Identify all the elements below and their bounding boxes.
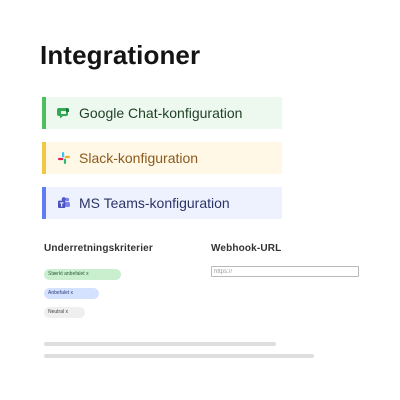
criteria-chip-strongly-recommended[interactable]: Stærkt anbefalet x — [44, 269, 121, 280]
webhook-url-heading: Webhook-URL — [211, 243, 282, 254]
ms-teams-icon — [57, 196, 71, 210]
slack-config-label: Slack-konfiguration — [79, 150, 199, 166]
google-chat-icon — [57, 106, 71, 120]
page-title: Integrationer — [40, 40, 201, 70]
google-chat-config-card[interactable]: Google Chat-konfiguration — [42, 97, 282, 129]
google-chat-config-label: Google Chat-konfiguration — [79, 105, 243, 121]
slack-icon — [57, 151, 71, 165]
webhook-url-input[interactable] — [211, 266, 359, 277]
criteria-chip-recommended[interactable]: Anbefalet x — [44, 288, 99, 299]
integrations-page: Integrationer Google Chat-konfiguration … — [0, 0, 400, 400]
ms-teams-config-label: MS Teams-konfiguration — [79, 195, 230, 211]
criteria-chip-neutral[interactable]: Neutral x — [44, 307, 85, 318]
ms-teams-config-card[interactable]: MS Teams-konfiguration — [42, 187, 282, 219]
loading-placeholder-line — [44, 342, 276, 346]
slack-config-card[interactable]: Slack-konfiguration — [42, 142, 282, 174]
loading-placeholder-line — [44, 354, 314, 358]
notification-criteria-heading: Underretningskriterier — [44, 243, 153, 254]
